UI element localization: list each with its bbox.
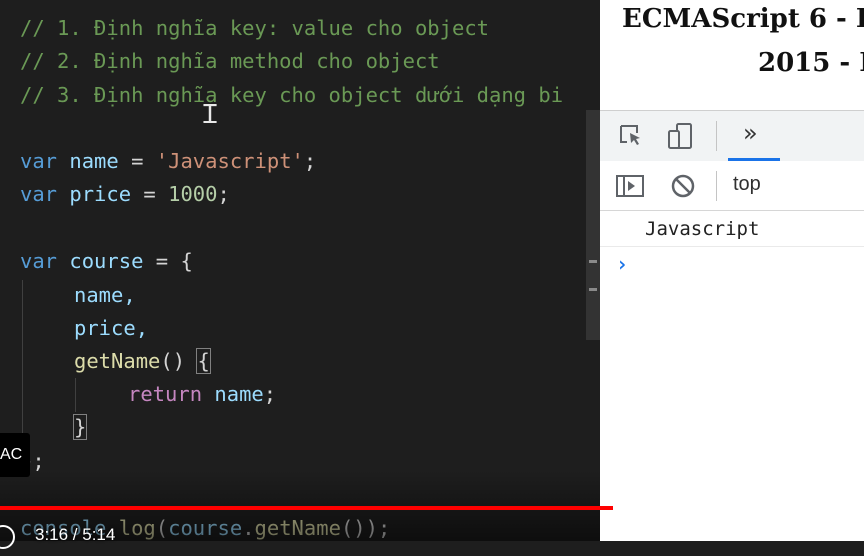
slide-title-line-2: 2015 - E: [758, 48, 864, 78]
minimap-mark: [589, 260, 597, 263]
matched-bracket: {: [196, 348, 211, 374]
punctuation: (): [160, 349, 198, 373]
keyword: var: [20, 249, 58, 273]
code-line-comment-2: // 2. Định nghĩa method cho object: [20, 45, 440, 78]
indent-guide: [75, 378, 76, 412]
text-cursor-icon: Ｉ: [197, 100, 224, 130]
operator: =: [131, 182, 169, 206]
code-line-return: return name;: [128, 378, 276, 411]
toolbar-divider: [716, 121, 717, 151]
toolbar-divider: [716, 171, 717, 201]
minimap-scrollbar[interactable]: [586, 110, 600, 340]
inspect-icon[interactable]: [618, 123, 646, 153]
clear-console-icon[interactable]: [670, 173, 696, 203]
string-literal: 'Javascript': [155, 149, 304, 173]
context-selector[interactable]: top: [733, 173, 761, 196]
minimap-mark: [589, 288, 597, 291]
console-output-text: Javascript: [645, 218, 760, 240]
code-line-var-name: var name = 'Javascript';: [20, 145, 316, 178]
operator: =: [118, 149, 156, 173]
slide-title-line-1: ECMAScript 6 - E: [622, 4, 864, 34]
code-line-var-price: var price = 1000;: [20, 178, 230, 211]
video-time: 3:16 / 5:14: [35, 525, 116, 544]
punctuation: ;: [217, 182, 230, 206]
number-literal: 1000: [168, 182, 218, 206]
identifier: name: [69, 149, 119, 173]
channel-watermark-text: AC: [0, 446, 23, 463]
keyword: var: [20, 149, 58, 173]
property: price,: [74, 316, 149, 340]
code-line-method: getName() {: [74, 345, 211, 378]
keyword: var: [20, 182, 58, 206]
code-line-comment-1: // 1. Định nghĩa key: value cho object: [20, 12, 489, 45]
matched-bracket: }: [72, 414, 88, 440]
device-toggle-icon[interactable]: [666, 122, 696, 154]
code-line-prop-name: name,: [74, 279, 136, 312]
property: name,: [74, 283, 136, 307]
console-message: Javascript: [600, 212, 864, 247]
comment-text: // 1. Định nghĩa key: value cho object: [20, 16, 489, 40]
code-line-close-method: }: [72, 411, 88, 444]
video-progress-bar[interactable]: [0, 506, 864, 510]
identifier: name: [214, 382, 264, 406]
play-pause-icon[interactable]: [0, 522, 18, 556]
console-toolbar: top: [600, 161, 864, 211]
identifier: price: [69, 182, 132, 206]
code-editor[interactable]: // 1. Định nghĩa key: value cho object /…: [0, 0, 600, 541]
operator: = {: [143, 249, 193, 273]
keyword: return: [128, 382, 203, 406]
punctuation: ;: [263, 382, 277, 406]
console-prompt-icon[interactable]: ›: [616, 252, 628, 276]
punctuation: ;: [303, 149, 317, 173]
code-line-prop-price: price,: [74, 312, 148, 345]
identifier: course: [69, 249, 144, 273]
comment-text: // 3. Định nghĩa key cho object dưới dạn…: [20, 83, 564, 107]
sidebar-toggle-icon[interactable]: [615, 173, 645, 203]
slide-title: ECMAScript 6 - E 2015 - E: [600, 0, 864, 98]
code-line-comment-3: // 3. Định nghĩa key cho object dưới dạn…: [20, 79, 563, 112]
devtools-toolbar: »: [600, 110, 864, 162]
method-name: getName: [74, 349, 161, 373]
indent-guide: [22, 280, 23, 445]
video-progress-fill: [0, 506, 613, 510]
comment-text: // 2. Định nghĩa method cho object: [20, 49, 440, 73]
code-line-var-course: var course = {: [20, 245, 193, 278]
channel-watermark: AC: [0, 433, 30, 477]
more-tabs-icon[interactable]: »: [743, 119, 758, 147]
devtools-panel: ECMAScript 6 - E 2015 - E » top Javascri…: [600, 0, 864, 541]
